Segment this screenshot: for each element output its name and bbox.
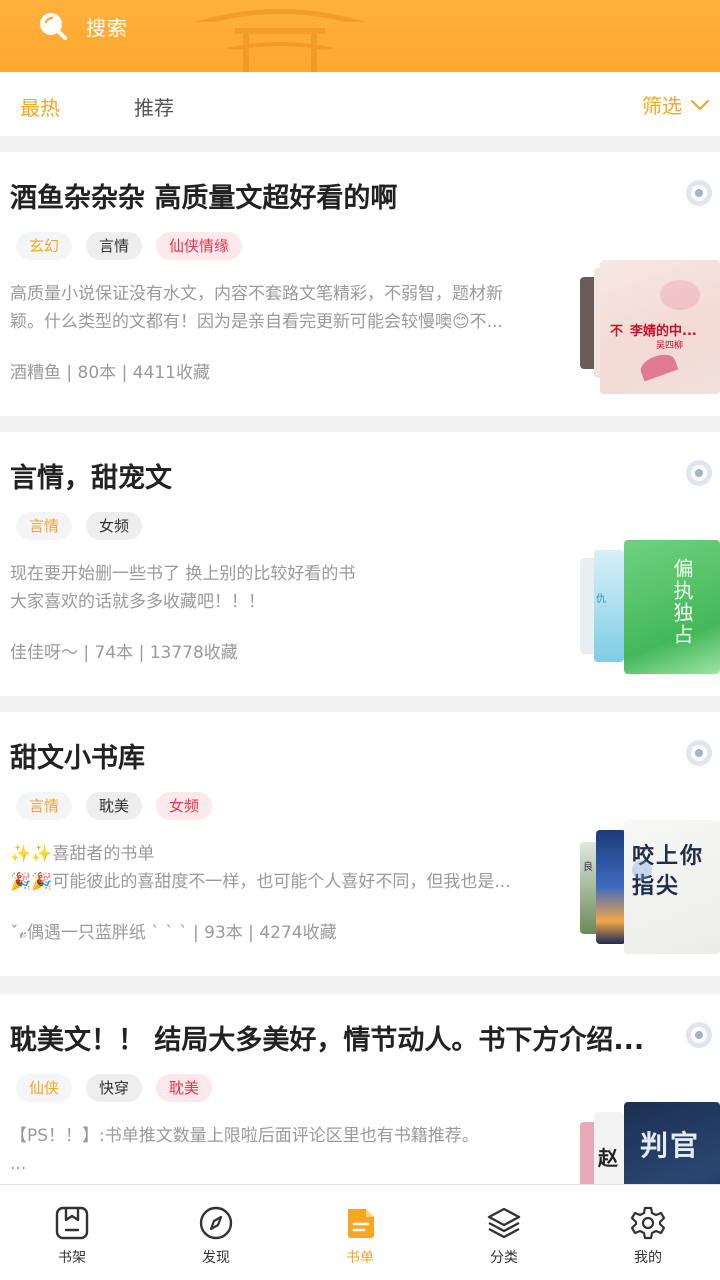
booklist-icon	[348, 1209, 374, 1238]
app-header: 搜索	[0, 0, 720, 72]
booklist-meta: 佳佳呀～ | 74本 | 13778收藏	[10, 643, 238, 663]
book-cover-stack: 不 李婧的中... 吴四柳	[580, 260, 720, 394]
book-cover-stack: 仇 偏执独占	[580, 540, 720, 674]
nav-label: 分类	[490, 1250, 518, 1266]
booklist-description: 【PS！！】:书单推文数量上限啦后面评论区里也有书籍推荐。 ...	[10, 1122, 566, 1178]
cover-text: 李婧的中...	[630, 324, 697, 339]
book-cover: 偏执独占	[624, 540, 720, 674]
cover-text: 赵	[598, 1146, 618, 1170]
book-cover	[596, 830, 626, 944]
booklist-description: ✨✨喜甜者的书单 🎉🎉可能彼此的喜甜度不一样，也可能个人喜好不同，但我也是...	[10, 840, 566, 896]
cover-text: 吴四柳	[656, 341, 684, 351]
search-icon	[40, 13, 67, 40]
booklist-description: 高质量小说保证没有水文，内容不套路文笔精彩，不弱智，题材新 颖。什么类型的文都有…	[10, 280, 566, 336]
description-line: ...	[10, 1154, 27, 1174]
description-line: 现在要开始删一些书了 换上别的比较好看的书	[10, 564, 356, 584]
book-cover: 仇	[594, 550, 624, 662]
description-line: 大家喜欢的话就多多收藏吧！！！	[10, 592, 265, 612]
tag[interactable]: 女频	[156, 792, 213, 820]
tag[interactable]: 言情	[16, 512, 73, 540]
booklist-card[interactable]: 言情，甜宠文 言情 女频 现在要开始删一些书了 换上别的比较好看的书 大家喜欢的…	[0, 432, 720, 696]
cover-text: 良	[583, 862, 593, 873]
booklist-meta: ˇ𝓋偶遇一只蓝胖纸 ˋ ˋ ˋ | 93本 | 4274收藏	[10, 923, 337, 943]
tag[interactable]: 言情	[86, 232, 143, 260]
description-line: 颖。什么类型的文都有！因为是亲自看完更新可能会较慢噢😊不...	[10, 312, 503, 332]
cover-text: 偏执独占	[670, 558, 694, 646]
tag-list: 玄幻 言情 仙侠情缘	[16, 232, 243, 260]
gear-icon	[630, 1206, 666, 1240]
booklist-card[interactable]: 酒鱼杂杂杂 高质量文超好看的啊 玄幻 言情 仙侠情缘 高质量小说保证没有水文，内…	[0, 152, 720, 416]
description-line: ✨✨喜甜者的书单	[10, 844, 155, 864]
tag[interactable]: 言情	[16, 792, 73, 820]
nav-category[interactable]: 分类	[432, 1185, 576, 1280]
booklist-title: 言情，甜宠文	[10, 463, 172, 494]
booklist-card[interactable]: 甜文小书库 言情 耽美 女频 ✨✨喜甜者的书单 🎉🎉可能彼此的喜甜度不一样，也可…	[0, 712, 720, 976]
booklist-title: 耽美文！！ 结局大多美好，情节动人。书下方介绍...	[10, 1025, 645, 1056]
booklist-badge-icon	[686, 1022, 712, 1048]
filter-label: 筛选	[642, 94, 682, 118]
chevron-down-icon	[690, 99, 710, 110]
nav-label: 发现	[202, 1250, 230, 1266]
tag[interactable]: 耽美	[86, 792, 143, 820]
description-line: 🎉🎉可能彼此的喜甜度不一样，也可能个人喜好不同，但我也是...	[10, 872, 511, 892]
booklist-meta: 酒糟鱼 | 80本 | 4411收藏	[10, 363, 210, 383]
description-line: 【PS！！】:书单推文数量上限啦后面评论区里也有书籍推荐。	[10, 1126, 479, 1146]
booklist-title: 酒鱼杂杂杂 高质量文超好看的啊	[10, 183, 398, 214]
booklist-badge-icon	[686, 740, 712, 766]
nav-label: 我的	[634, 1250, 662, 1266]
tab-recommended[interactable]: 推荐	[134, 92, 174, 121]
tag[interactable]: 耽美	[156, 1074, 213, 1102]
bookshelf-icon	[55, 1206, 89, 1240]
cover-text: 不	[610, 324, 624, 339]
cover-text: 判官	[640, 1129, 701, 1162]
tag[interactable]: 仙侠	[16, 1074, 73, 1102]
tab-hottest[interactable]: 最热	[20, 92, 60, 121]
nav-mine[interactable]: 我的	[576, 1185, 720, 1280]
tag[interactable]: 快穿	[86, 1074, 143, 1102]
nav-bookshelf[interactable]: 书架	[0, 1185, 144, 1280]
tag[interactable]: 仙侠情缘	[156, 232, 243, 260]
booklist-badge-icon	[686, 180, 712, 206]
nav-booklist[interactable]: 书单	[288, 1185, 432, 1280]
description-line: 高质量小说保证没有水文，内容不套路文笔精彩，不弱智，题材新	[10, 284, 503, 304]
bottom-nav: 书架 发现 书单 分类 我的	[0, 1184, 720, 1280]
search-bar[interactable]: 搜索	[10, 0, 350, 52]
cover-text: 仇	[596, 594, 606, 605]
tag-list: 言情 耽美 女频	[16, 792, 213, 820]
tag-list: 言情 女频	[16, 512, 143, 540]
book-cover-stack: 良 咬上你指尖	[580, 820, 720, 954]
nav-label: 书单	[346, 1250, 374, 1266]
booklist-title: 甜文小书库	[10, 743, 145, 774]
book-cover: 不 李婧的中... 吴四柳	[600, 260, 720, 394]
filter-bar: 最热 推荐 筛选	[0, 72, 720, 136]
booklist-badge-icon	[686, 460, 712, 486]
layers-icon	[487, 1207, 521, 1239]
booklist-description: 现在要开始删一些书了 换上别的比较好看的书 大家喜欢的话就多多收藏吧！！！	[10, 560, 566, 616]
nav-label: 书架	[58, 1250, 86, 1266]
search-placeholder: 搜索	[86, 15, 128, 40]
compass-icon	[199, 1206, 233, 1240]
tag[interactable]: 玄幻	[16, 232, 73, 260]
tag[interactable]: 女频	[86, 512, 143, 540]
nav-discover[interactable]: 发现	[144, 1185, 288, 1280]
book-cover: 咬上你指尖	[624, 820, 720, 954]
filter-button[interactable]: 筛选	[642, 90, 710, 119]
tag-list: 仙侠 快穿 耽美	[16, 1074, 213, 1102]
